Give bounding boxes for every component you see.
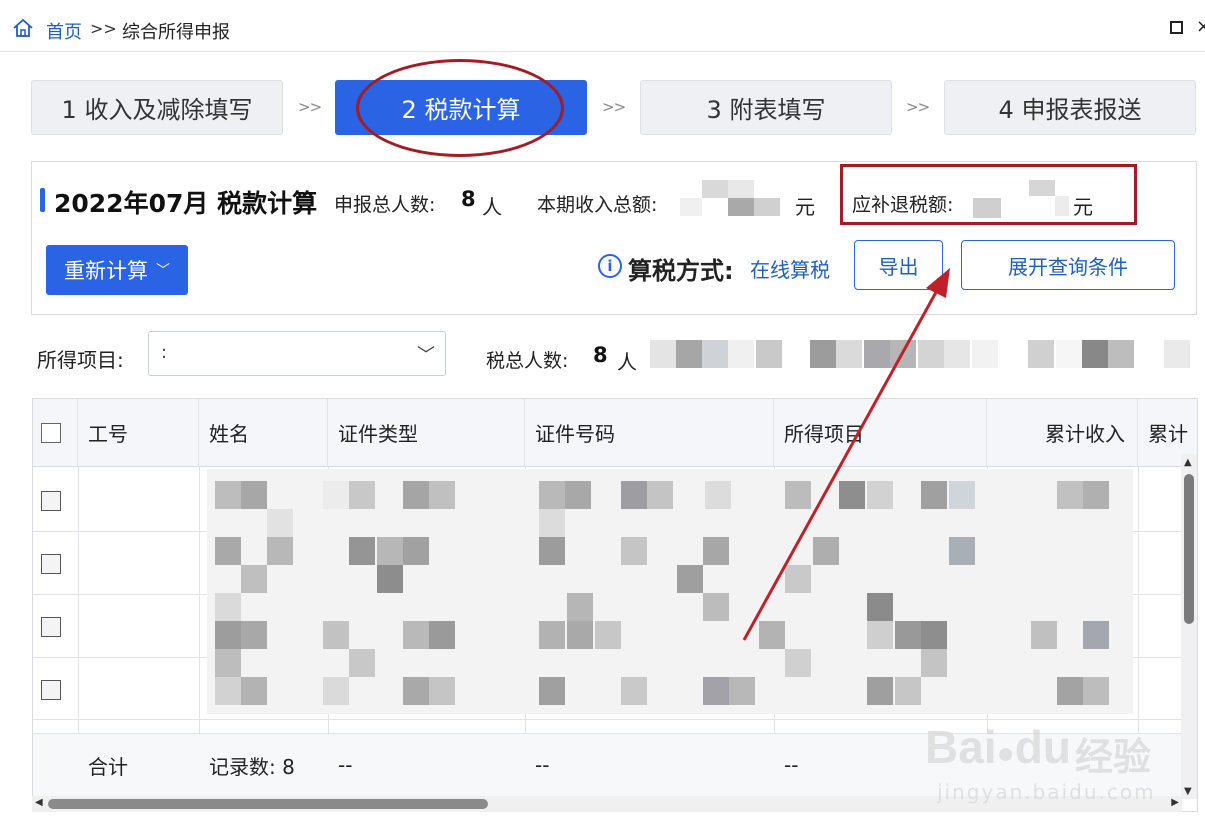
paw-icon: ● [996, 737, 1015, 770]
title-accent-bar [40, 188, 45, 212]
income-total-unit: 元 [795, 195, 815, 219]
row-checkbox[interactable] [41, 554, 61, 574]
footer-total-label: 合计 [78, 734, 199, 796]
header-income-item[interactable]: 所得项目 [774, 399, 987, 467]
header-id-number[interactable]: 证件号码 [525, 399, 774, 467]
vertical-scroll-thumb[interactable] [1184, 474, 1194, 624]
info-icon[interactable]: i [598, 254, 622, 278]
horizontal-scroll-thumb[interactable] [48, 799, 488, 809]
recalculate-button[interactable]: 重新计算 ﹀ [46, 245, 188, 295]
declarants-value: 8 [461, 187, 476, 211]
close-icon[interactable]: × [1196, 16, 1205, 37]
scroll-left-icon[interactable]: ◀ [35, 797, 43, 808]
breadcrumb-current: 综合所得申报 [122, 22, 230, 43]
row-checkbox[interactable] [41, 680, 61, 700]
declarants-unit: 人 [482, 195, 502, 219]
restore-window-icon[interactable] [1170, 21, 1183, 34]
annotation-rectangle [840, 164, 1137, 225]
step-arrow: >> [602, 98, 626, 116]
watermark-url: jingyan.baidu.com [937, 780, 1156, 804]
header-select-all[interactable] [33, 399, 78, 467]
step-arrow: >> [298, 98, 322, 116]
header-name[interactable]: 姓名 [199, 399, 328, 467]
expand-query-button[interactable]: 展开查询条件 [961, 240, 1175, 290]
row-checkbox[interactable] [41, 617, 61, 637]
step-3-attachments[interactable]: 3 附表填写 [640, 80, 892, 135]
select-all-checkbox[interactable] [41, 422, 61, 443]
income-total-redacted [680, 180, 780, 216]
calc-method-label: 算税方式: [628, 257, 734, 285]
summary-title: 2022年07月 税款计算 [54, 189, 318, 218]
taxpayer-count-unit: 人 [617, 350, 637, 374]
table-rows-redacted [207, 469, 1133, 714]
income-item-value: : [161, 342, 168, 363]
breadcrumb-bar: 首页 >> 综合所得申报 × [0, 0, 1205, 52]
annotation-ellipse [356, 59, 564, 157]
step-4-submit[interactable]: 4 申报表报送 [944, 80, 1196, 135]
home-icon[interactable] [12, 17, 34, 39]
footer-cell-empty [33, 734, 78, 796]
footer-dash: -- [328, 734, 525, 796]
chevron-down-icon: ﹀ [156, 263, 170, 279]
row-checkbox[interactable] [41, 491, 61, 511]
watermark-cn: 经验 [1075, 735, 1152, 779]
income-item-label: 所得项目: [37, 348, 124, 372]
footer-dash: -- [525, 734, 774, 796]
chevron-down-icon: ﹀ [417, 345, 435, 366]
header-id-type[interactable]: 证件类型 [328, 399, 525, 467]
income-item-select[interactable]: : ﹀ [148, 331, 446, 376]
header-employee-id[interactable]: 工号 [78, 399, 199, 467]
taxpayer-count-label: 税总人数: [486, 350, 569, 372]
step-1-income[interactable]: 1 收入及减除填写 [31, 80, 283, 135]
header-cumulative-income[interactable]: 累计收入 [987, 399, 1138, 467]
baidu-watermark: Bai●du 经验 jingyan.baidu.com [925, 710, 1195, 810]
filter-row-redacted [650, 340, 1190, 368]
footer-record-count: 记录数: 8 [199, 734, 328, 796]
calc-method-link[interactable]: 在线算税 [750, 254, 830, 283]
watermark-brand: Bai●du [925, 721, 1071, 773]
scroll-up-icon[interactable]: ▲ [1184, 457, 1192, 468]
declarants-label: 申报总人数: [334, 194, 436, 216]
breadcrumb-separator: >> [90, 19, 117, 38]
recalculate-label: 重新计算 [64, 259, 148, 283]
export-button[interactable]: 导出 [854, 240, 943, 290]
step-arrow: >> [906, 98, 930, 116]
breadcrumb-home-link[interactable]: 首页 [46, 18, 82, 44]
taxpayer-count-value: 8 [593, 343, 608, 367]
income-total-label: 本期收入总额: [537, 194, 658, 216]
